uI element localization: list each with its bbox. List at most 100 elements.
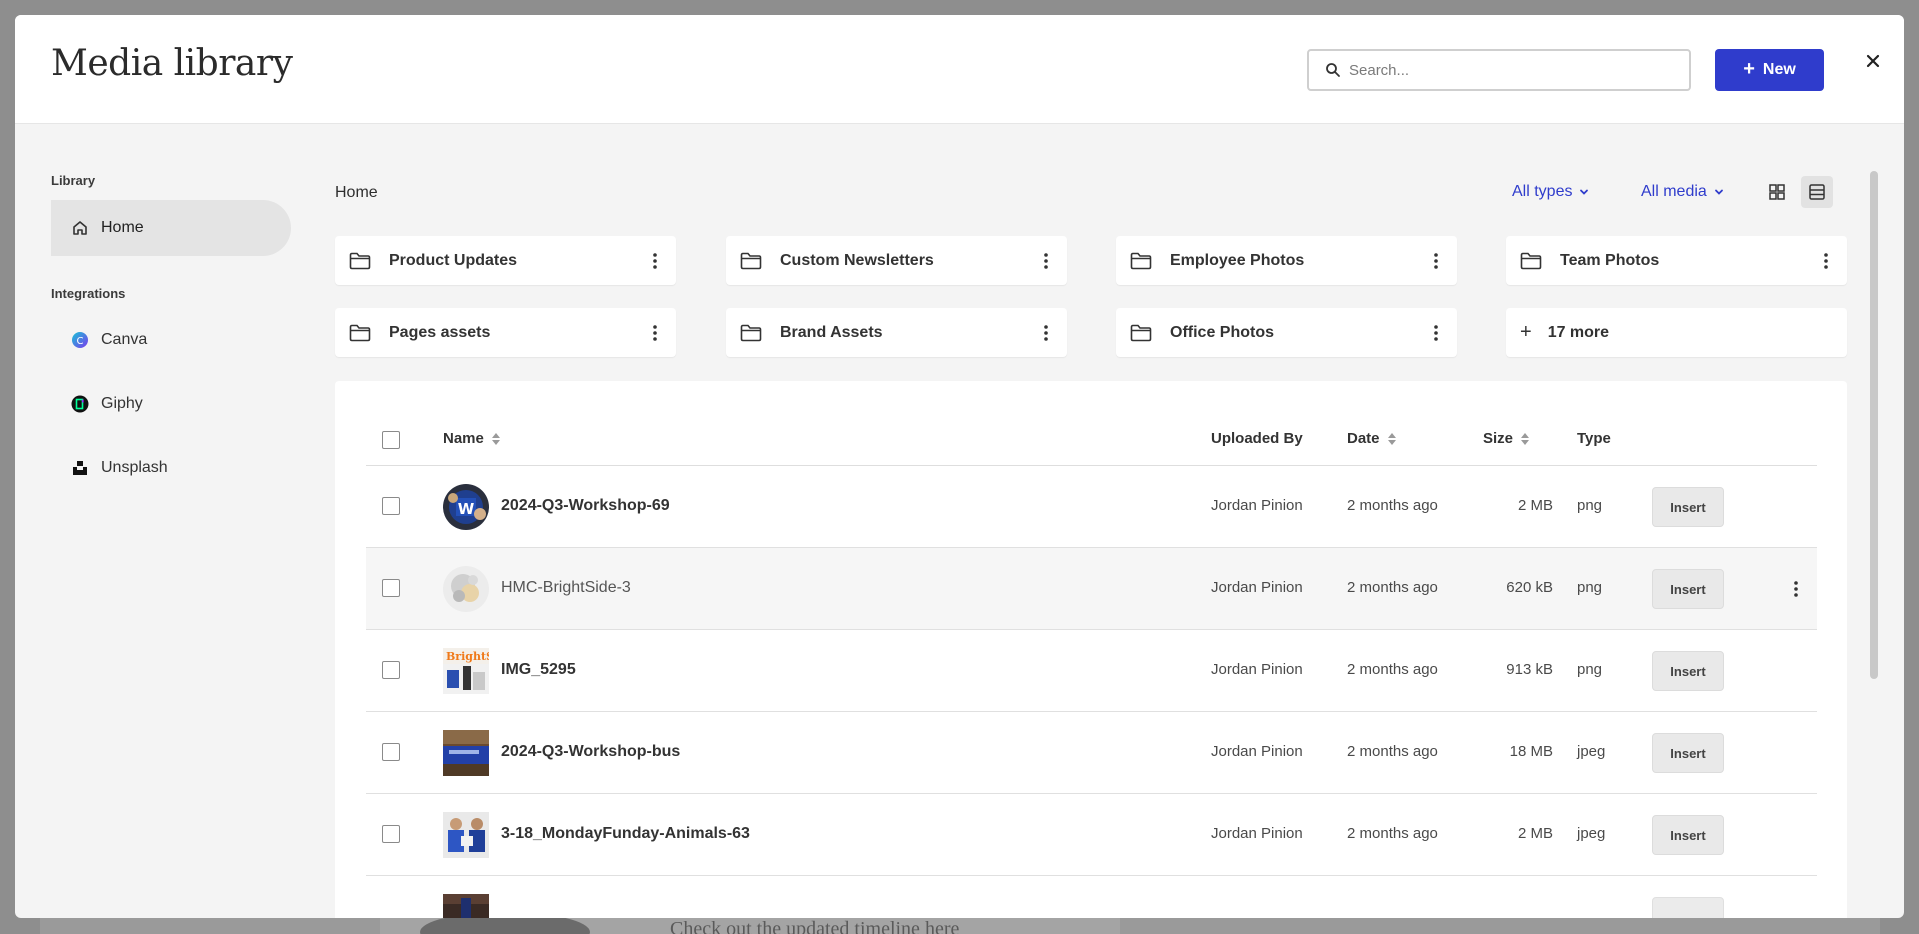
thumbnail bbox=[443, 812, 489, 858]
folder-name: Employee Photos bbox=[1170, 251, 1305, 269]
folder-card[interactable]: Employee Photos bbox=[1116, 236, 1457, 285]
row-checkbox[interactable] bbox=[382, 661, 400, 679]
more-vertical-icon[interactable] bbox=[1811, 246, 1841, 276]
more-vertical-icon[interactable] bbox=[1781, 574, 1811, 604]
table-row[interactable] bbox=[366, 876, 1817, 918]
type-filter-label: All types bbox=[1512, 183, 1573, 200]
backdrop-text-body: Check out the updated timeline bbox=[670, 918, 925, 934]
file-name: 2024-Q3-Workshop-69 bbox=[501, 497, 670, 514]
table-row[interactable]: W 2024-Q3-Workshop-69 Jordan Pinion 2 mo… bbox=[366, 466, 1817, 548]
folder-name: Product Updates bbox=[389, 251, 518, 269]
table-row[interactable]: HMC-BrightSide-3 Jordan Pinion 2 months … bbox=[366, 548, 1817, 630]
folder-icon bbox=[349, 324, 371, 341]
modal-title: Media library bbox=[51, 43, 293, 84]
column-header-label: Uploaded By bbox=[1211, 430, 1303, 447]
table-row[interactable]: 3-18_MondayFunday-Animals-63 Jordan Pini… bbox=[366, 794, 1817, 876]
column-header-name[interactable]: Name bbox=[443, 430, 500, 447]
unsplash-icon bbox=[71, 459, 89, 477]
grid-view-button[interactable] bbox=[1761, 176, 1793, 208]
file-size: 620 kB bbox=[1506, 579, 1553, 596]
sidebar-item-giphy[interactable]: Giphy bbox=[51, 376, 291, 432]
folder-card[interactable]: Team Photos bbox=[1506, 236, 1847, 285]
grid-view-icon bbox=[1769, 184, 1785, 200]
column-header-date[interactable]: Date bbox=[1347, 430, 1396, 447]
row-checkbox[interactable] bbox=[382, 743, 400, 761]
more-vertical-icon[interactable] bbox=[1421, 318, 1451, 348]
file-type: jpeg bbox=[1577, 743, 1606, 760]
select-all-checkbox[interactable] bbox=[382, 431, 400, 449]
file-type: png bbox=[1577, 579, 1603, 596]
thumbnail bbox=[443, 730, 489, 776]
uploaded-by: Jordan Pinion bbox=[1211, 579, 1303, 596]
more-vertical-icon[interactable] bbox=[1031, 318, 1061, 348]
chevron-down-icon bbox=[1714, 189, 1723, 195]
sidebar-item-canva[interactable]: C Canva bbox=[51, 312, 291, 368]
upload-date: 2 months ago bbox=[1347, 743, 1438, 760]
column-header-size[interactable]: Size bbox=[1483, 430, 1530, 447]
more-vertical-icon[interactable] bbox=[640, 318, 670, 348]
file-type: png bbox=[1577, 497, 1603, 514]
thumbnail bbox=[443, 894, 489, 918]
media-table: Name Uploaded By Date Size Type W 2024-Q… bbox=[335, 381, 1847, 918]
plus-icon: + bbox=[1520, 321, 1532, 343]
row-checkbox[interactable] bbox=[382, 579, 400, 597]
row-checkbox[interactable] bbox=[382, 497, 400, 515]
sort-icon bbox=[491, 432, 500, 445]
search-input[interactable] bbox=[1349, 51, 1679, 89]
more-folders-button[interactable]: + 17 more bbox=[1506, 308, 1847, 357]
backdrop-link: here bbox=[924, 918, 960, 934]
thumbnail: BrightSide bbox=[443, 648, 489, 694]
folder-icon bbox=[740, 252, 762, 269]
sort-icon bbox=[1387, 432, 1396, 445]
file-name: HMC-BrightSide-3 bbox=[501, 579, 631, 596]
folder-icon bbox=[740, 324, 762, 341]
more-vertical-icon[interactable] bbox=[1421, 246, 1451, 276]
column-header-type: Type bbox=[1577, 430, 1611, 447]
insert-button[interactable] bbox=[1652, 897, 1724, 918]
folder-card[interactable]: Pages assets bbox=[335, 308, 676, 357]
sidebar-item-unsplash[interactable]: Unsplash bbox=[51, 440, 291, 496]
folder-card[interactable]: Product Updates bbox=[335, 236, 676, 285]
insert-button[interactable]: Insert bbox=[1652, 487, 1724, 527]
insert-button[interactable]: Insert bbox=[1652, 651, 1724, 691]
file-name: 3-18_MondayFunday-Animals-63 bbox=[501, 825, 750, 842]
list-view-button[interactable] bbox=[1801, 176, 1833, 208]
folder-icon bbox=[1130, 324, 1152, 341]
svg-text:C: C bbox=[77, 336, 84, 347]
plus-icon: + bbox=[1743, 58, 1755, 80]
folder-card[interactable]: Brand Assets bbox=[726, 308, 1067, 357]
chevron-down-icon bbox=[1580, 189, 1589, 195]
more-vertical-icon[interactable] bbox=[1031, 246, 1061, 276]
canva-icon: C bbox=[71, 331, 89, 349]
file-size: 913 kB bbox=[1506, 661, 1553, 678]
more-vertical-icon[interactable] bbox=[640, 246, 670, 276]
column-header-label: Size bbox=[1483, 430, 1514, 447]
media-filter-dropdown[interactable]: All media bbox=[1641, 183, 1725, 201]
column-header-label: Name bbox=[443, 430, 484, 447]
folder-card[interactable]: Custom Newsletters bbox=[726, 236, 1067, 285]
folder-card[interactable]: Office Photos bbox=[1116, 308, 1457, 357]
breadcrumb[interactable]: Home bbox=[335, 184, 378, 202]
sidebar-item-label: Giphy bbox=[101, 395, 143, 412]
thumbnail: W bbox=[443, 484, 489, 530]
table-row[interactable]: BrightSide IMG_5295 Jordan Pinion 2 mont… bbox=[366, 630, 1817, 712]
close-icon[interactable] bbox=[1863, 51, 1883, 71]
folder-name: Team Photos bbox=[1560, 251, 1660, 269]
sidebar-item-home[interactable]: Home bbox=[51, 200, 291, 256]
folder-icon bbox=[349, 252, 371, 269]
table-row[interactable]: 2024-Q3-Workshop-bus Jordan Pinion 2 mon… bbox=[366, 712, 1817, 794]
folder-name: Custom Newsletters bbox=[780, 251, 934, 269]
type-filter-dropdown[interactable]: All types bbox=[1512, 183, 1590, 201]
new-button[interactable]: + New bbox=[1715, 49, 1824, 91]
insert-button[interactable]: Insert bbox=[1652, 569, 1724, 609]
search-box[interactable] bbox=[1307, 49, 1691, 91]
upload-date: 2 months ago bbox=[1347, 497, 1438, 514]
insert-button[interactable]: Insert bbox=[1652, 815, 1724, 855]
uploaded-by: Jordan Pinion bbox=[1211, 661, 1303, 678]
insert-button[interactable]: Insert bbox=[1652, 733, 1724, 773]
scrollbar-thumb[interactable] bbox=[1870, 171, 1878, 679]
row-checkbox[interactable] bbox=[382, 825, 400, 843]
file-type: jpeg bbox=[1577, 825, 1606, 842]
modal-header: Media library + New bbox=[15, 15, 1904, 124]
folder-name: Pages assets bbox=[389, 323, 491, 341]
